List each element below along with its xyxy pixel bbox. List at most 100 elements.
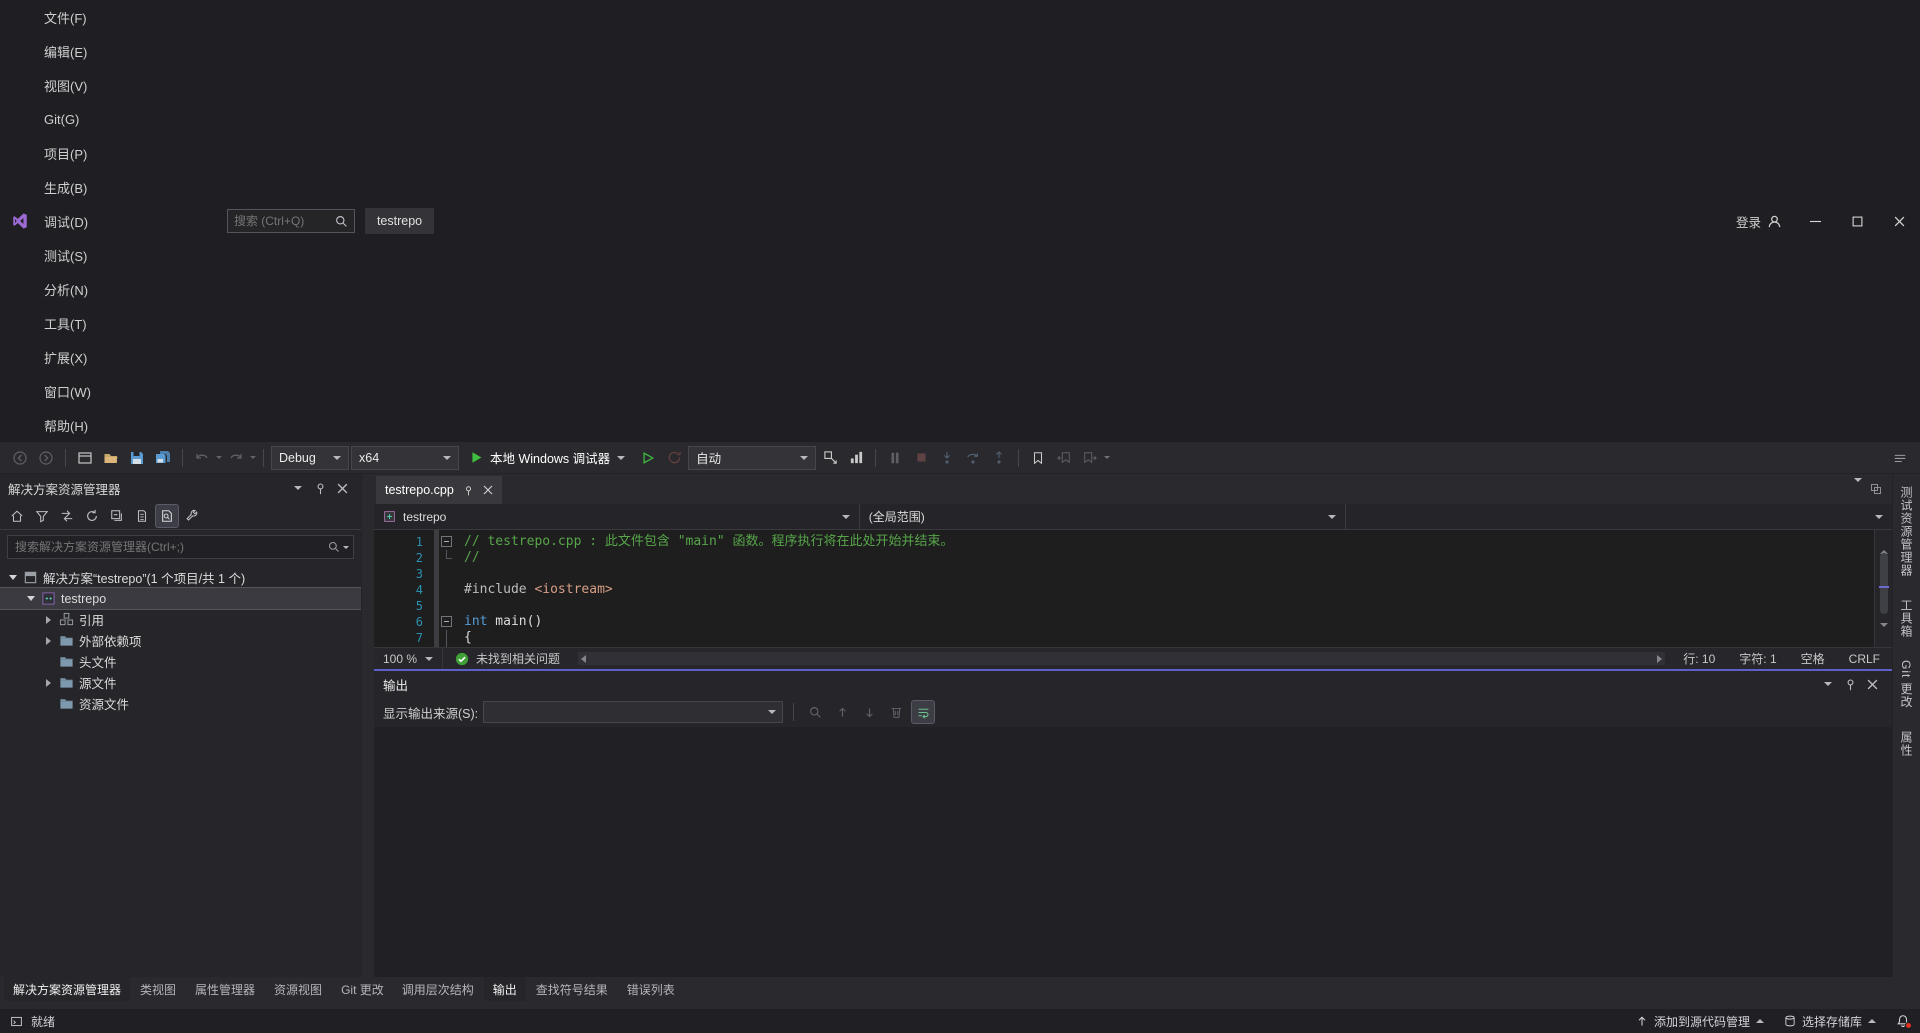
next-bookmark-icon[interactable] xyxy=(1078,446,1102,470)
navigate-forward-icon[interactable] xyxy=(34,446,58,470)
solution-configuration-combo[interactable]: Debug xyxy=(271,446,349,470)
sidebar-splitter[interactable] xyxy=(362,474,374,977)
debug-target-combo[interactable]: 自动 xyxy=(688,446,816,470)
horizontal-scrollbar[interactable] xyxy=(578,652,1665,665)
project-scope-combo[interactable]: testrepo xyxy=(374,504,860,529)
line-ending-indicator[interactable]: CRLF xyxy=(1837,652,1892,666)
output-panel-header[interactable]: 输出 xyxy=(374,671,1892,697)
autohide-tab[interactable]: Git 更改 xyxy=(1898,660,1915,709)
menu-item[interactable]: 生成(B) xyxy=(36,170,99,204)
code-line[interactable]: 2// xyxy=(374,550,1874,566)
properties-icon[interactable] xyxy=(181,505,203,527)
code-line[interactable]: 8 std::cout << "Hello World!\n"; xyxy=(374,646,1874,647)
solution-name-badge[interactable]: testrepo xyxy=(365,208,434,234)
chevron-down-icon[interactable] xyxy=(1817,673,1839,695)
chevron-down-icon[interactable] xyxy=(287,477,309,499)
tree-item[interactable]: 源文件 xyxy=(0,672,361,693)
undo-icon[interactable] xyxy=(190,446,214,470)
tool-window-tab[interactable]: 资源视图 xyxy=(265,977,331,1001)
clear-all-icon[interactable] xyxy=(885,701,907,723)
document-health-indicator[interactable]: 未找到相关问题 xyxy=(443,650,572,667)
step-out-icon[interactable] xyxy=(987,446,1011,470)
filter-icon[interactable] xyxy=(31,505,53,527)
start-without-debugging-icon[interactable] xyxy=(636,446,660,470)
tree-item[interactable]: 资源文件 xyxy=(0,693,361,714)
tree-expander-icon[interactable] xyxy=(40,637,57,645)
pin-tab-icon[interactable] xyxy=(463,485,474,496)
notifications-bell-icon[interactable] xyxy=(1896,1014,1910,1028)
sync-with-active-document-icon[interactable] xyxy=(56,505,78,527)
scroll-left-icon[interactable] xyxy=(581,655,586,663)
autohide-tab[interactable]: 测试资源管理器 xyxy=(1898,486,1915,577)
close-icon[interactable] xyxy=(331,477,353,499)
code-editor[interactable]: 1// testrepo.cpp : 此文件包含 "main" 函数。程序执行将… xyxy=(374,530,1892,647)
tree-item[interactable]: 头文件 xyxy=(0,651,361,672)
new-project-icon[interactable] xyxy=(73,446,97,470)
tool-window-tab[interactable]: 调用层次结构 xyxy=(393,977,483,1001)
toggle-bookmark-icon[interactable] xyxy=(1026,446,1050,470)
performance-profiler-icon[interactable] xyxy=(844,446,868,470)
save-all-icon[interactable] xyxy=(151,446,175,470)
code-line[interactable]: 4#include <iostream> xyxy=(374,582,1874,598)
add-to-source-control-button[interactable]: 添加到源代码管理 xyxy=(1636,1013,1764,1030)
save-icon[interactable] xyxy=(125,446,149,470)
redo-icon[interactable] xyxy=(224,446,248,470)
tree-expander-icon[interactable] xyxy=(4,575,21,580)
quick-search-input[interactable] xyxy=(234,214,329,228)
scroll-down-icon[interactable] xyxy=(1880,624,1888,645)
menu-item[interactable]: Git(G) xyxy=(36,102,99,136)
redo-menu-caret[interactable] xyxy=(250,456,256,459)
navigate-back-icon[interactable] xyxy=(8,446,32,470)
code-line[interactable]: 1// testrepo.cpp : 此文件包含 "main" 函数。程序执行将… xyxy=(374,534,1874,550)
folding-margin[interactable] xyxy=(439,614,455,630)
tree-expander-icon[interactable] xyxy=(40,679,57,687)
code-line[interactable]: 7{ xyxy=(374,630,1874,646)
menu-item[interactable]: 分析(N) xyxy=(36,272,99,306)
scroll-up-icon[interactable] xyxy=(1880,532,1888,553)
code-line[interactable]: 3 xyxy=(374,566,1874,582)
fold-collapse-icon[interactable] xyxy=(441,536,452,547)
line-indicator[interactable]: 行: 10 xyxy=(1671,650,1727,667)
close-button[interactable] xyxy=(1878,204,1920,238)
zoom-combo[interactable]: 100 % xyxy=(374,648,443,669)
menu-item[interactable]: 工具(T) xyxy=(36,306,99,340)
tool-window-tab[interactable]: 属性管理器 xyxy=(186,977,264,1001)
document-tab[interactable]: testrepo.cpp xyxy=(376,476,502,504)
tool-window-tab[interactable]: 类视图 xyxy=(131,977,185,1001)
tree-expander-icon[interactable] xyxy=(40,616,57,624)
scrollbar-thumb[interactable] xyxy=(1880,553,1888,614)
tool-window-tab[interactable]: 错误列表 xyxy=(618,977,684,1001)
stop-debugging-icon[interactable] xyxy=(909,446,933,470)
fold-collapse-icon[interactable] xyxy=(441,616,452,627)
hot-reload-icon[interactable] xyxy=(662,446,686,470)
tool-window-tab[interactable]: 输出 xyxy=(484,977,526,1001)
solution-explorer-header[interactable]: 解决方案资源管理器 xyxy=(0,474,361,502)
pin-icon[interactable] xyxy=(1839,673,1861,695)
solution-explorer-search[interactable] xyxy=(7,535,354,559)
tree-item[interactable]: 引用 xyxy=(0,609,361,630)
step-into-icon[interactable] xyxy=(935,446,959,470)
output-source-combo[interactable] xyxy=(483,701,783,723)
menu-item[interactable]: 项目(P) xyxy=(36,136,99,170)
solution-platform-combo[interactable]: x64 xyxy=(351,446,459,470)
scrollbar-track[interactable] xyxy=(1879,553,1889,624)
close-tab-icon[interactable] xyxy=(483,485,493,495)
tree-expander-icon[interactable] xyxy=(22,596,39,601)
menu-item[interactable]: 调试(D) xyxy=(36,204,99,238)
code-line[interactable]: 5 xyxy=(374,598,1874,614)
background-tasks-icon[interactable] xyxy=(10,1015,23,1028)
autohide-tab[interactable]: 工具箱 xyxy=(1898,599,1915,638)
select-repository-button[interactable]: 选择存储库 xyxy=(1784,1013,1876,1030)
step-over-icon[interactable] xyxy=(961,446,985,470)
attach-to-process-icon[interactable] xyxy=(818,446,842,470)
toolbar-options-icon[interactable] xyxy=(1888,446,1912,470)
folding-margin[interactable] xyxy=(439,534,455,550)
search-options-caret[interactable] xyxy=(343,546,349,549)
member-scope-combo[interactable] xyxy=(1346,504,1893,529)
window-options-icon[interactable] xyxy=(1870,483,1882,495)
undo-menu-caret[interactable] xyxy=(216,456,222,459)
tree-item[interactable]: 外部依赖项 xyxy=(0,630,361,651)
tool-window-tab[interactable]: 查找符号结果 xyxy=(527,977,617,1001)
menu-item[interactable]: 文件(F) xyxy=(36,0,99,34)
maximize-button[interactable] xyxy=(1836,204,1878,238)
